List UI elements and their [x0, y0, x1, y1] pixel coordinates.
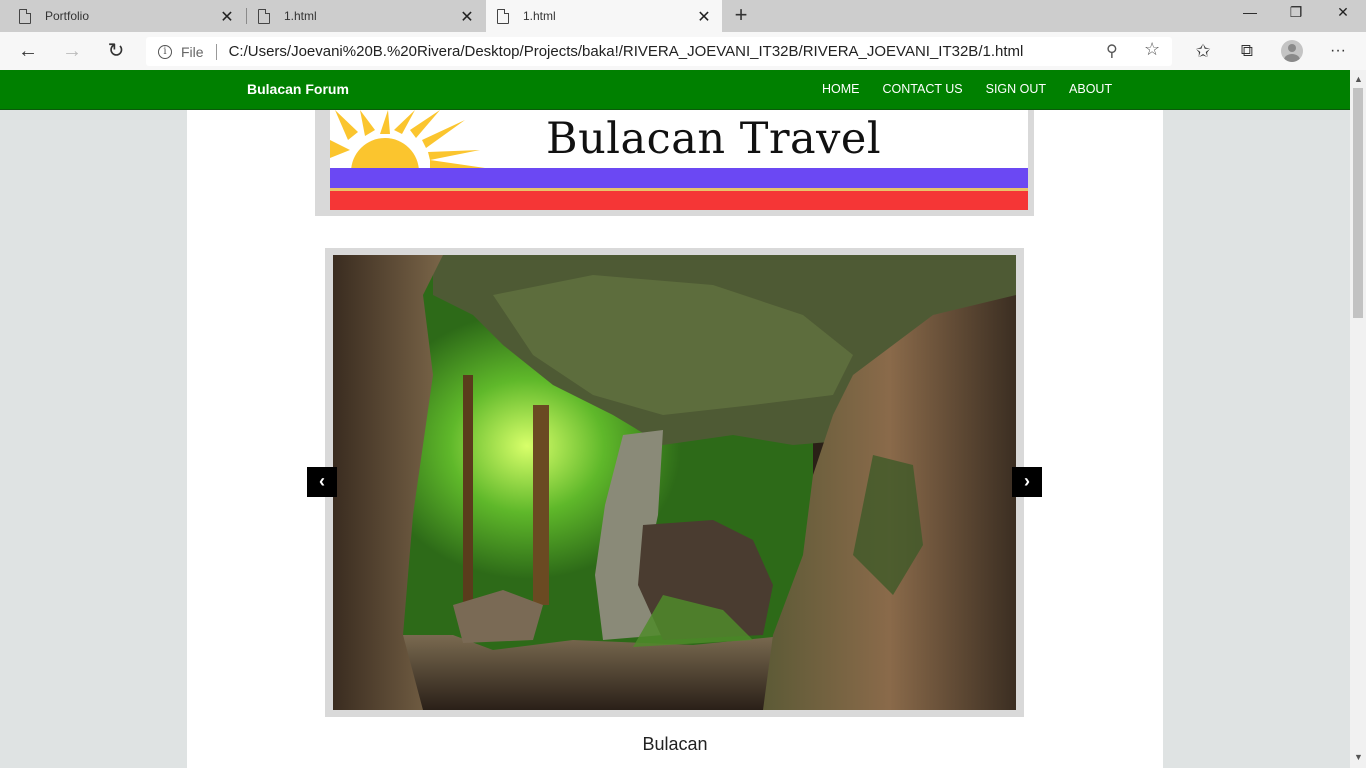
info-icon[interactable]: i: [158, 44, 172, 59]
cave-scene-image: [333, 255, 1016, 710]
close-tab-icon[interactable]: ✕: [696, 7, 712, 27]
scroll-up-icon[interactable]: ▲: [1354, 74, 1363, 84]
close-tab-icon[interactable]: ✕: [459, 7, 475, 27]
favorites-icon[interactable]: ✩: [1189, 39, 1217, 63]
scroll-down-icon[interactable]: ▼: [1354, 752, 1363, 762]
collections-icon[interactable]: ⧉: [1233, 39, 1261, 63]
browser-toolbar: ← → ↻ i File C:/Users/Joevani%20B.%20Riv…: [0, 32, 1366, 70]
address-bar[interactable]: i File C:/Users/Joevani%20B.%20Rivera/De…: [146, 37, 1172, 66]
tab-portfolio[interactable]: Portfolio ✕: [0, 0, 245, 32]
scheme-label: File: [181, 43, 204, 60]
refresh-button[interactable]: ↻: [102, 39, 130, 63]
carousel-prev-button[interactable]: ‹: [307, 467, 337, 497]
new-tab-button[interactable]: +: [730, 4, 752, 26]
close-tab-icon[interactable]: ✕: [219, 7, 235, 27]
forward-button[interactable]: →: [58, 39, 86, 63]
add-favorite-icon[interactable]: ☆: [1144, 39, 1160, 60]
image-carousel: [325, 248, 1024, 717]
nav-links: HOME CONTACT US SIGN OUT ABOUT: [822, 82, 1135, 96]
nav-signout-link[interactable]: SIGN OUT: [986, 82, 1046, 96]
flag-stripe-red: [330, 191, 1028, 210]
carousel-caption: Bulacan: [642, 734, 708, 754]
main-container: Bulacan Travel Forum: [187, 110, 1163, 768]
document-icon: [258, 8, 270, 24]
cave-photo: [333, 255, 1016, 710]
nav-contact-link[interactable]: CONTACT US: [883, 82, 963, 96]
address-divider: [215, 43, 217, 60]
settings-menu-button[interactable]: ···: [1324, 39, 1352, 63]
document-icon: [19, 8, 31, 24]
close-window-button[interactable]: ✕: [1320, 2, 1366, 22]
page-scrollbar[interactable]: ▲ ▼: [1350, 70, 1366, 768]
restore-button[interactable]: ❐: [1273, 2, 1319, 22]
nav-home-link[interactable]: HOME: [822, 82, 860, 96]
banner-frame: Bulacan Travel Forum: [315, 110, 1034, 216]
banner-image: Bulacan Travel Forum: [330, 110, 1028, 210]
document-icon: [497, 8, 509, 24]
tab-1-html[interactable]: 1.html ✕: [247, 0, 485, 32]
url-text[interactable]: C:/Users/Joevani%20B.%20Rivera/Desktop/P…: [229, 43, 1024, 60]
tab-title: 1.html: [284, 9, 317, 23]
profile-avatar[interactable]: [1281, 40, 1303, 62]
tab-1-html-active[interactable]: 1.html ✕: [486, 0, 722, 32]
browser-tab-strip: Portfolio ✕ 1.html ✕ 1.html ✕ + — ❐ ✕: [0, 0, 1366, 32]
sun-icon: [330, 110, 485, 170]
tab-title: 1.html: [523, 9, 556, 23]
back-button[interactable]: ←: [14, 39, 42, 63]
site-brand[interactable]: Bulacan Forum: [247, 81, 349, 97]
nav-about-link[interactable]: ABOUT: [1069, 82, 1112, 96]
zoom-icon[interactable]: ⚲: [1106, 41, 1118, 61]
carousel-next-button[interactable]: ›: [1012, 467, 1042, 497]
scrollbar-thumb[interactable]: [1353, 88, 1363, 318]
minimize-button[interactable]: —: [1227, 2, 1273, 22]
site-navbar: Bulacan Forum HOME CONTACT US SIGN OUT A…: [0, 70, 1350, 110]
tab-title: Portfolio: [45, 9, 90, 23]
flag-stripe-blue: [330, 168, 1028, 188]
